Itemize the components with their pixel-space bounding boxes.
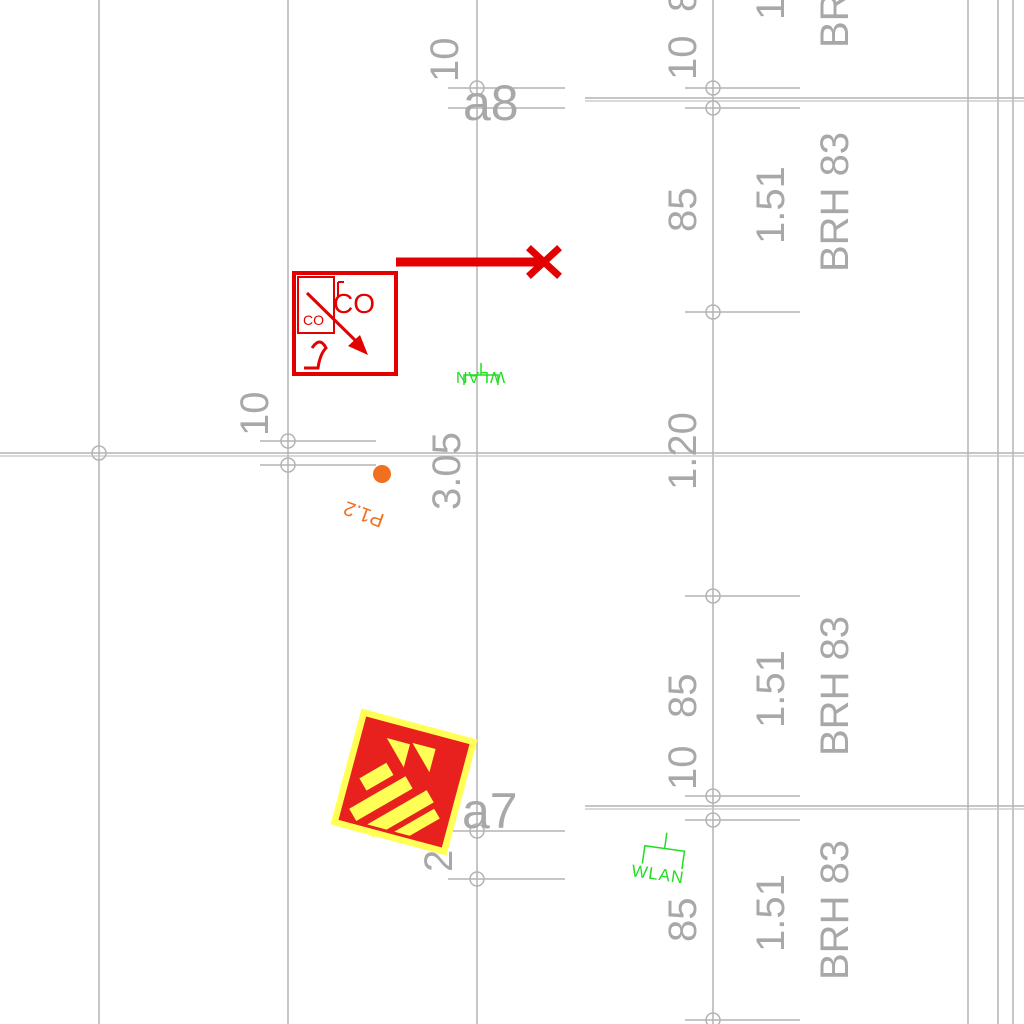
dim-label: 85 — [661, 674, 705, 719]
dim-label: 10 — [661, 36, 705, 81]
emergency-exit-sign[interactable] — [330, 708, 478, 858]
point-label: P1.2 — [341, 496, 387, 531]
dim-label: 8 — [661, 0, 705, 12]
point-marker-p12[interactable]: P1.2 — [341, 465, 391, 531]
wlan-access-point-upper[interactable]: WLAN — [455, 363, 505, 385]
dim-label: BRH 83 — [813, 840, 857, 980]
dim-label: 85 — [661, 898, 705, 943]
dim-label: BRH — [813, 0, 857, 48]
dim-label: 85 — [661, 188, 705, 233]
dim-label: BRH 83 — [813, 616, 857, 756]
co-label-small: CO — [303, 312, 324, 328]
dim-label: BRH 83 — [813, 132, 857, 272]
dim-label: 1.51 — [749, 166, 793, 244]
co-label-large: CO — [333, 288, 375, 319]
floor-plan-canvas: a8 a7 10 10 8 1 BRH 85 1.51 BRH 83 10 3.… — [0, 0, 1024, 1024]
wlan-access-point-lower[interactable]: WLAN — [630, 829, 690, 888]
point-dot — [373, 465, 391, 483]
wlan-label: WLAN — [630, 861, 685, 887]
dimension-labels: 10 10 8 1 BRH 85 1.51 BRH 83 10 3.05 1.2… — [233, 0, 857, 980]
dim-label: 1.51 — [749, 874, 793, 952]
dim-label: 3.05 — [425, 432, 469, 510]
dim-label: 10 — [233, 392, 277, 437]
sensor-icon — [304, 340, 328, 370]
grid-label-a7: a7 — [462, 783, 518, 839]
dim-label: 1.51 — [749, 650, 793, 728]
dim-label: 10 — [661, 746, 705, 791]
dim-label: 1.20 — [661, 412, 705, 490]
dim-label: 10 — [423, 38, 467, 83]
grid-label-a8: a8 — [463, 75, 519, 131]
grid-lines — [0, 0, 1024, 1024]
dim-label: 1 — [749, 0, 793, 20]
co-detector-symbol[interactable]: CO CO — [292, 271, 398, 376]
